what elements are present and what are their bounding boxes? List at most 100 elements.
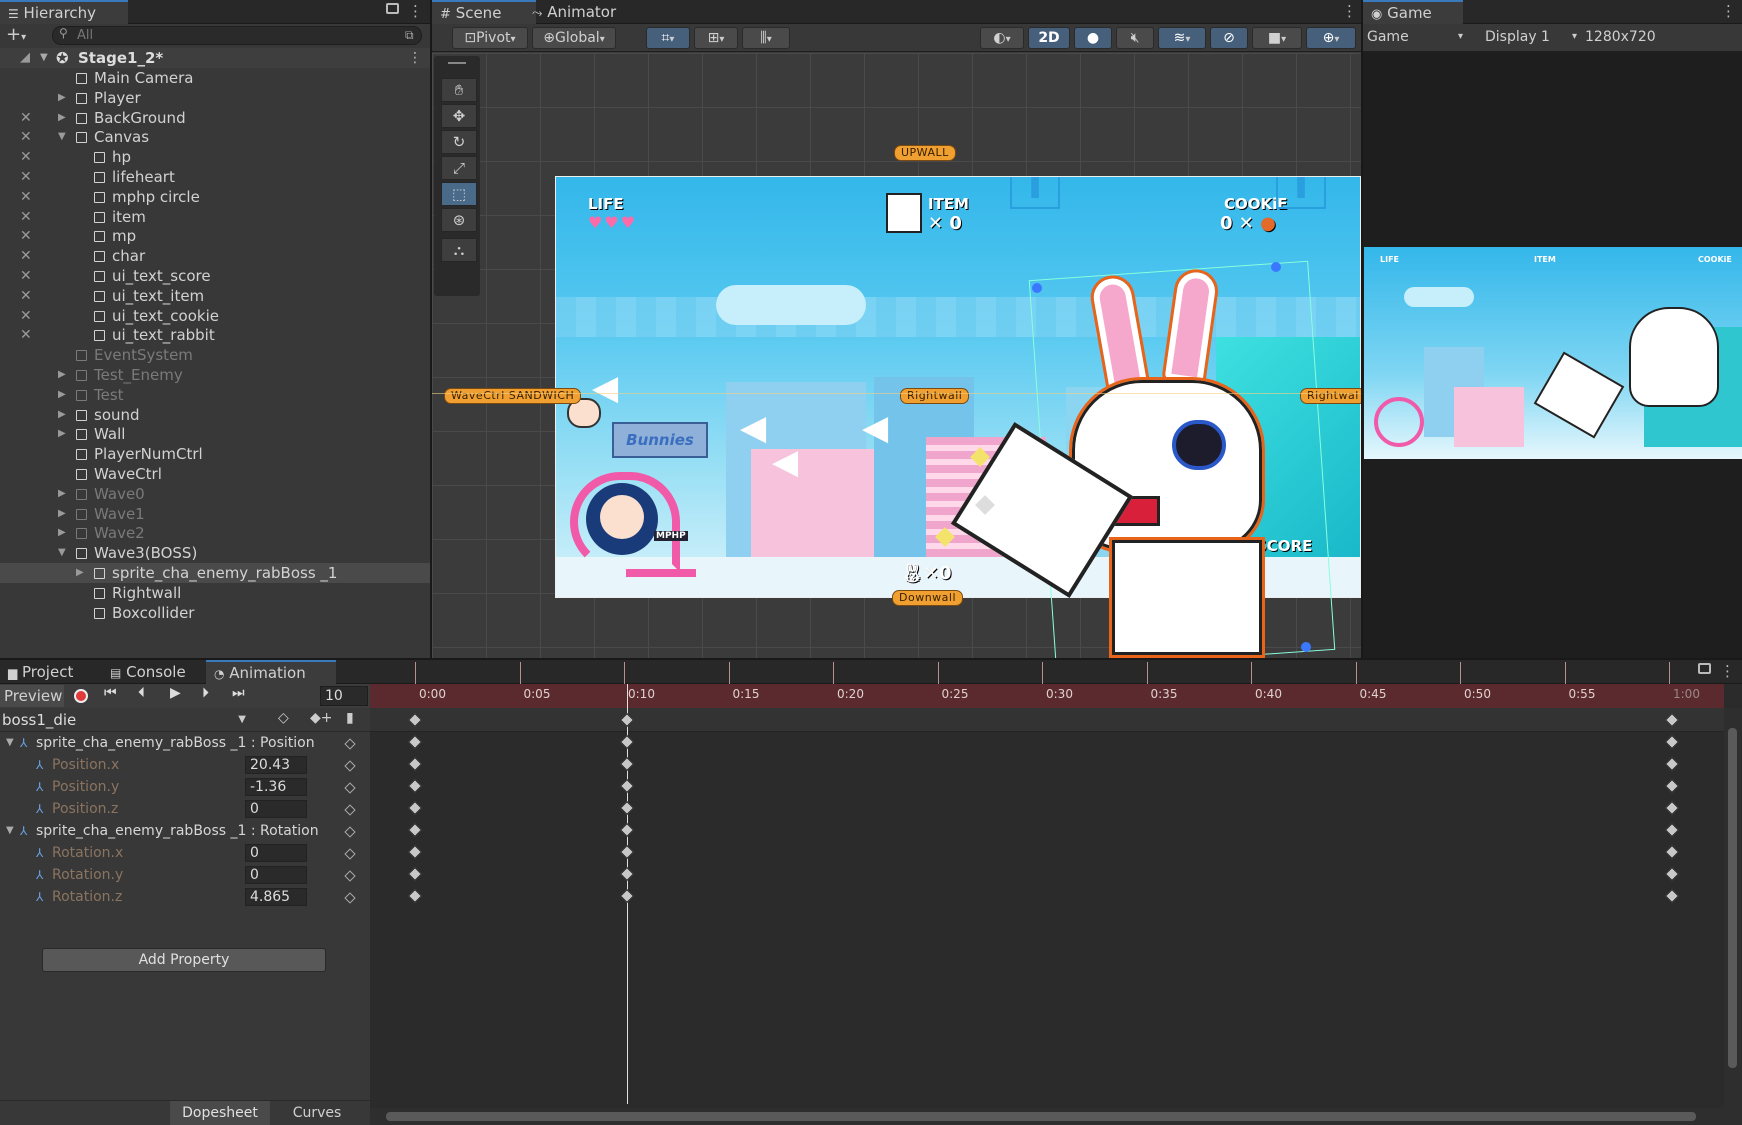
keyframe[interactable] bbox=[1664, 844, 1680, 860]
keyframe[interactable] bbox=[1664, 866, 1680, 882]
text-gizmo-icon-2[interactable]: T bbox=[1276, 177, 1326, 209]
keyframe[interactable] bbox=[1664, 822, 1680, 838]
scale-tool[interactable]: ⤢ bbox=[441, 156, 477, 180]
hierarchy-search[interactable]: ⚲ All ⧉ bbox=[52, 26, 422, 45]
lighting-toggle[interactable]: ● bbox=[1074, 27, 1112, 49]
visibility-toggle-icon[interactable]: ✕ bbox=[20, 147, 32, 167]
keyframe-toggle-icon[interactable] bbox=[344, 826, 356, 838]
hierarchy-item[interactable]: ✕ lifeheart bbox=[0, 167, 430, 187]
hierarchy-item[interactable]: Rightwall bbox=[0, 583, 430, 603]
hierarchy-item[interactable]: ✕ ▼ Canvas bbox=[0, 127, 430, 147]
hierarchy-item[interactable]: ▶ Wall bbox=[0, 424, 430, 444]
more-options-icon[interactable]: ⋮ bbox=[408, 2, 423, 20]
hierarchy-item[interactable]: ✕ hp bbox=[0, 147, 430, 167]
hierarchy-item[interactable]: ▶ Player bbox=[0, 88, 430, 108]
search-filter-icon[interactable]: ⧉ bbox=[405, 28, 414, 43]
keyframe[interactable] bbox=[407, 844, 423, 860]
chevron-right-icon[interactable]: ▶ bbox=[58, 385, 66, 405]
rightwall-label-2[interactable]: Rightwal bbox=[1300, 388, 1361, 404]
hand-tool[interactable]: ✋︎ bbox=[441, 78, 477, 102]
tab-animator[interactable]: ⤳ Animator bbox=[524, 0, 640, 24]
chevron-down-icon[interactable]: ▼ bbox=[58, 543, 66, 563]
keyframe[interactable] bbox=[619, 822, 635, 838]
horizontal-scrollbar[interactable] bbox=[370, 1108, 1742, 1125]
display-dropdown[interactable]: Display 1 ▾ bbox=[1485, 26, 1577, 48]
hierarchy-item[interactable]: Boxcollider bbox=[0, 603, 430, 623]
visibility-toggle-icon[interactable]: ✕ bbox=[20, 246, 32, 266]
hierarchy-item[interactable]: ▶ sprite_cha_enemy_rabBoss _1 bbox=[0, 563, 430, 583]
move-tool[interactable]: ✥ bbox=[441, 104, 477, 128]
property-row[interactable]: ⅄ Position.z 0 bbox=[0, 798, 370, 820]
lock-icon[interactable] bbox=[386, 3, 399, 14]
custom-tool[interactable]: ⛬ bbox=[441, 238, 477, 262]
keyframe-toggle-icon[interactable] bbox=[344, 870, 356, 882]
tab-scene[interactable]: # Scene bbox=[432, 0, 536, 26]
anim-more-icon[interactable]: ⋮ bbox=[1720, 662, 1735, 680]
transform-tool[interactable]: ⊛ bbox=[441, 208, 477, 232]
prev-keyframe-icon[interactable]: ⏴ bbox=[138, 685, 145, 701]
visibility-toggle-icon[interactable]: ✕ bbox=[20, 187, 32, 207]
property-group-row[interactable]: ▼ ⅄ sprite_cha_enemy_rabBoss _1 : Position bbox=[0, 732, 370, 754]
keyframe[interactable] bbox=[407, 734, 423, 750]
audio-source-icon-3[interactable]: ◀ bbox=[772, 442, 798, 482]
hierarchy-item[interactable]: PlayerNumCtrl bbox=[0, 444, 430, 464]
hierarchy-item[interactable]: ✕ ui_text_cookie bbox=[0, 306, 430, 326]
grid-snap-button[interactable]: ⌗▾ bbox=[646, 27, 690, 49]
visibility-toggle-icon[interactable]: ✕ bbox=[20, 207, 32, 227]
keyframe-toggle-icon[interactable] bbox=[344, 848, 356, 860]
scene-menu-icon[interactable]: ⋮ bbox=[408, 48, 422, 68]
hierarchy-item[interactable]: ✕ ▶ BackGround bbox=[0, 108, 430, 128]
chevron-right-icon[interactable]: ▶ bbox=[58, 365, 66, 385]
tab-hierarchy[interactable]: ☰ Hierarchy bbox=[0, 0, 128, 26]
last-keyframe-icon[interactable]: ⏭ bbox=[232, 685, 245, 701]
play-icon[interactable]: ▶ bbox=[170, 685, 181, 701]
keyframe[interactable] bbox=[1664, 888, 1680, 904]
keyframe[interactable] bbox=[619, 734, 635, 750]
curves-tab[interactable]: Curves bbox=[272, 1101, 362, 1125]
property-value-field[interactable]: 20.43 bbox=[245, 756, 307, 774]
audio-source-icon-4[interactable]: ◀ bbox=[862, 408, 888, 448]
keyframe[interactable] bbox=[407, 800, 423, 816]
tab-game[interactable]: ◉ Game bbox=[1363, 0, 1463, 26]
keyframe[interactable] bbox=[407, 756, 423, 772]
vertical-scroll-thumb[interactable] bbox=[1728, 728, 1737, 1068]
visibility-toggle-icon[interactable]: ✕ bbox=[20, 266, 32, 286]
hierarchy-item[interactable]: Main Camera bbox=[0, 68, 430, 88]
hierarchy-item[interactable]: WaveCtrl bbox=[0, 464, 430, 484]
keyframe[interactable] bbox=[619, 800, 635, 816]
frame-field[interactable]: 10 bbox=[320, 686, 368, 706]
rect-handle-top-right[interactable] bbox=[1271, 262, 1281, 272]
rotate-tool[interactable]: ↻ bbox=[441, 130, 477, 154]
keyframe[interactable] bbox=[1664, 756, 1680, 772]
tab-console[interactable]: ▤ Console bbox=[102, 660, 218, 684]
pivot-dropdown[interactable]: ⊡Pivot▾ bbox=[452, 27, 528, 49]
gizmos-dropdown[interactable]: ⊕▾ bbox=[1306, 27, 1356, 49]
chevron-right-icon[interactable]: ▶ bbox=[58, 484, 66, 504]
grid-visibility-button[interactable]: ⊞▾ bbox=[694, 27, 738, 49]
effects-toggle[interactable]: ≋▾ bbox=[1158, 27, 1206, 49]
add-property-button[interactable]: Add Property bbox=[42, 948, 326, 972]
chevron-down-icon[interactable]: ▼ bbox=[6, 732, 14, 754]
keyframe-toggle-icon[interactable] bbox=[344, 782, 356, 794]
chevron-down-icon[interactable]: ▼ bbox=[6, 820, 14, 842]
keyframe[interactable] bbox=[407, 822, 423, 838]
keyframe[interactable] bbox=[1664, 778, 1680, 794]
chevron-right-icon[interactable]: ▶ bbox=[58, 523, 66, 543]
hierarchy-item[interactable]: ▶ Wave1 bbox=[0, 504, 430, 524]
chevron-right-icon[interactable]: ▶ bbox=[58, 108, 66, 128]
keyframe[interactable] bbox=[407, 778, 423, 794]
draw-mode-button[interactable]: ◐▾ bbox=[980, 27, 1024, 49]
toggle-2d-button[interactable]: 2D bbox=[1028, 27, 1070, 49]
chevron-right-icon[interactable]: ▶ bbox=[58, 424, 66, 444]
property-value-field[interactable]: 0 bbox=[245, 800, 307, 818]
horizontal-scroll-thumb[interactable] bbox=[386, 1112, 1696, 1121]
property-value-field[interactable]: 0 bbox=[245, 844, 307, 862]
dopesheet-area[interactable] bbox=[370, 684, 1742, 1125]
game-more-icon[interactable]: ⋮ bbox=[1721, 2, 1736, 20]
visibility-toggle-icon[interactable]: ✕ bbox=[20, 167, 32, 187]
dopesheet-tab[interactable]: Dopesheet bbox=[170, 1101, 270, 1125]
clip-dropdown[interactable]: boss1_die ▼ bbox=[2, 710, 250, 730]
keyframe-toggle-icon[interactable] bbox=[344, 892, 356, 904]
keyframe-toggle-icon[interactable] bbox=[344, 760, 356, 772]
wavectrl-label[interactable]: WaveCtrl SANDWICH bbox=[444, 388, 582, 404]
